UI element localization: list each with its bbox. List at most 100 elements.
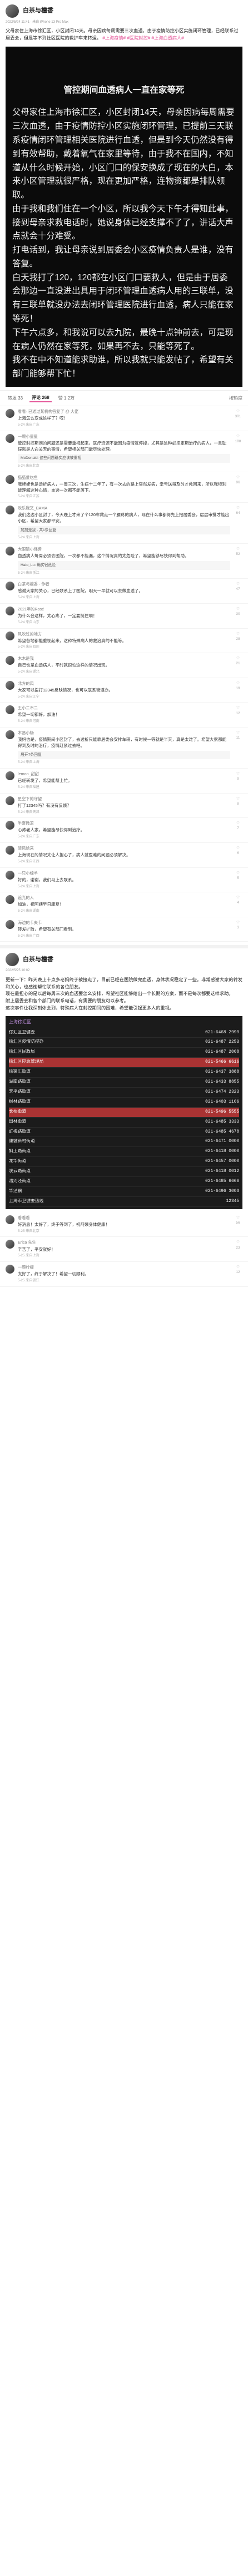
like-button[interactable]: ♡ 19 xyxy=(234,681,242,700)
comment-user[interactable]: 2021年的Rosé xyxy=(18,607,230,612)
comment-user[interactable]: 王小二不二 xyxy=(18,705,230,711)
like-button[interactable]: ♡ 30 xyxy=(234,607,242,625)
comment[interactable]: 木易小杨 我妈也是，疫情期间小区封了，去透析只能靠居委会安排车辆，有时候一等就是半… xyxy=(0,728,248,769)
avatar[interactable] xyxy=(6,821,14,830)
avatar[interactable] xyxy=(6,796,14,805)
comment-user[interactable]: 大眼睛小怪兽 xyxy=(18,547,230,552)
comment-user[interactable]: 木易小杨 xyxy=(18,730,230,736)
comment-user[interactable]: 一颗柠檬 xyxy=(18,1265,230,1270)
phone-row-number[interactable]: 021-6485 6666 xyxy=(205,1179,239,1185)
avatar[interactable] xyxy=(6,845,14,855)
comment-user[interactable]: 猫猫爱吃鱼 xyxy=(18,475,230,481)
comment-user[interactable]: Erica 先生 xyxy=(18,1240,230,1245)
avatar[interactable] xyxy=(6,433,14,443)
avatar[interactable] xyxy=(6,1215,14,1224)
post-author[interactable]: 白茶与檀香 xyxy=(23,956,53,964)
post-tags[interactable]: #上海疫情# #医院封控# #上海血透病人# xyxy=(102,36,184,41)
comment-user[interactable]: 追光的人 xyxy=(18,895,230,901)
like-button[interactable]: ♡ 56 xyxy=(234,1215,242,1234)
comment[interactable]: 看看看 好消息！太好了，终于等到了，祝阿姨身体健康！ 5-25 来自北京 ♡ 56 xyxy=(0,1213,248,1238)
comment[interactable]: 北方的风 大家可以拨打12345反映情况，也可以联系街道办。 5-24 来自辽宁 ♡ 1… xyxy=(0,678,248,703)
like-button[interactable]: ♡ 52 xyxy=(234,547,242,575)
like-button[interactable]: ♡ 3 xyxy=(234,920,242,939)
comment[interactable]: 半夏微凉 心疼老人家，希望能尽快得到治疗。 5-24 来自广东 ♡ 7 xyxy=(0,818,248,843)
comment[interactable]: 海边的卡夫卡 转发扩散，希望有关部门看到。 5-24 来自广西 ♡ 3 xyxy=(0,917,248,942)
like-button[interactable]: ♡ 4 xyxy=(234,895,242,914)
comment[interactable]: 一只小绵羊 好的，谢谢，我们马上去联系。 5-24 来自上海 ♡ 5 xyxy=(0,868,248,893)
phone-row-number[interactable]: 021-6487 2253 xyxy=(205,1039,239,1045)
avatar[interactable] xyxy=(6,547,14,556)
phone-row-number[interactable]: 021-6457 0000 xyxy=(205,1159,239,1165)
comment-user[interactable]: 半夏微凉 xyxy=(18,821,230,826)
reply-preview[interactable]: 加加是我 · 共1条回复 xyxy=(18,526,230,535)
comment[interactable]: Erica 先生 辛苦了，平安就好！ 5-25 来自上海 ♡ 23 xyxy=(0,1237,248,1262)
comment[interactable]: 看看· 已通过某机构答复了 @ 大佬 上海怎么变成这样了？哎！ 5-24 来自广东 ♡… xyxy=(0,406,248,431)
sort-toggle[interactable]: 按热度 xyxy=(229,395,242,401)
phone-row-number[interactable]: 021-6474 2323 xyxy=(205,1089,239,1095)
avatar[interactable] xyxy=(6,870,14,880)
phone-row-number[interactable]: 021-6433 8855 xyxy=(205,1079,239,1085)
avatar[interactable] xyxy=(6,1240,14,1249)
like-button[interactable]: ♡ 47 xyxy=(234,582,242,600)
post-author[interactable]: 白茶与檀香 xyxy=(23,7,53,15)
reply-preview[interactable]: 展开7条回复 xyxy=(18,750,230,760)
comment-user[interactable]: 北方的风 xyxy=(18,681,230,686)
comment-user[interactable]: 清风徐来 xyxy=(18,846,230,851)
like-button[interactable]: ♡ 7 xyxy=(234,821,242,840)
avatar[interactable] xyxy=(6,474,14,484)
comment[interactable]: 王小二不二 希望一切都好，加油！ 5-24 来自河南 ♡ 12 xyxy=(0,703,248,728)
phone-row-number[interactable]: 021-6437 3888 xyxy=(205,1069,239,1075)
avatar[interactable] xyxy=(6,506,14,515)
avatar[interactable] xyxy=(6,606,14,615)
avatar[interactable] xyxy=(6,730,14,740)
phone-row-number[interactable]: 021-5466 6616 xyxy=(205,1059,239,1065)
reply-preview[interactable]: Halo_Lu: 确实很危险 xyxy=(18,561,230,570)
phone-row-number[interactable]: 021-6487 2008 xyxy=(205,1049,239,1055)
comment[interactable]: 风吹过的地方 希望各地都能重视起来，这种特殊病人的救治真的不能等。 5-24 来自四… xyxy=(0,629,248,654)
like-button[interactable]: ♡ 301 xyxy=(234,409,242,428)
comment-user[interactable]: 白茶与檀香 · 作者 xyxy=(18,582,230,587)
comment-user[interactable]: 木木是我 xyxy=(18,656,230,661)
like-button[interactable]: ♡ 5 xyxy=(234,871,242,890)
comment-user[interactable]: 一只小绵羊 xyxy=(18,871,230,876)
like-button[interactable]: ♡ 12 xyxy=(234,705,242,724)
like-button[interactable]: ♡ 96 xyxy=(234,475,242,500)
avatar[interactable] xyxy=(6,953,19,967)
avatar[interactable] xyxy=(6,705,14,715)
comment[interactable]: 追光的人 加油，祝阿姨早日康复！ 5-24 来自湖南 ♡ 4 xyxy=(0,892,248,917)
comment[interactable]: 星空下的守望 打了12345吗？有没有反馈？ 5-24 来自天津 ♡ 8 xyxy=(0,794,248,819)
avatar[interactable] xyxy=(6,582,14,591)
comment-user[interactable]: lemon_甜甜 xyxy=(18,771,230,777)
phone-row-number[interactable]: 021-6403 1106 xyxy=(205,1099,239,1105)
tab-likes[interactable]: 赞 1.2万 xyxy=(56,395,77,402)
phone-row-number[interactable]: 021-6485 3333 xyxy=(205,1119,239,1125)
comment[interactable]: 猫猫爱吃鱼 我姥姥也是透析病人，一周三次，生病十二年了，有一次去的路上突然发病，幸… xyxy=(0,472,248,503)
like-button[interactable]: ♡ 64 xyxy=(234,506,242,541)
phone-row-number[interactable]: 021-5496 5555 xyxy=(205,1109,239,1115)
avatar[interactable] xyxy=(6,656,14,665)
comment-user[interactable]: 一颗小星星 xyxy=(18,434,230,440)
tab-comments[interactable]: 评论 268 xyxy=(29,394,52,402)
like-button[interactable]: ♡ 11 xyxy=(234,730,242,765)
comment[interactable]: 清风徐来 上海现在的情况太让人担心了，病人就医难的问题必须解决。 5-24 来自江西… xyxy=(0,843,248,868)
comment[interactable]: 大眼睛小怪兽 血透病人每周必须去医院，一次都不能漏，这个情况真的太危险了，希望能够… xyxy=(0,544,248,579)
comment-user[interactable]: 看看看 xyxy=(18,1215,230,1221)
like-button[interactable]: ♡ 12 xyxy=(234,1265,242,1284)
like-button[interactable]: ♡ 23 xyxy=(234,1240,242,1259)
comment-user[interactable]: 海边的卡夫卡 xyxy=(18,920,230,926)
comment-user[interactable]: 星空下的守望 xyxy=(18,796,230,802)
comment[interactable]: 木木是我 自己也是血透病人，平时就很怕这样的情况出现。 5-24 来自湖北 ♡ 21 xyxy=(0,653,248,678)
phone-row-number[interactable]: 021-6418 0012 xyxy=(205,1169,239,1175)
avatar[interactable] xyxy=(6,408,14,418)
avatar[interactable] xyxy=(6,631,14,640)
comment[interactable]: lemon_甜甜 已经转发了，希望能帮上忙。 5-24 来自福建 ♡ 9 xyxy=(0,769,248,794)
like-button[interactable]: ♡ 9 xyxy=(234,771,242,790)
phone-row-number[interactable]: 021-6471 0000 xyxy=(205,1139,239,1145)
phone-row-number[interactable]: 021-6468 2999 xyxy=(205,1030,239,1036)
phone-row-number[interactable]: 021-6485 4678 xyxy=(205,1129,239,1135)
like-button[interactable]: ♡ 188 xyxy=(234,434,242,469)
like-button[interactable]: ♡ 6 xyxy=(234,846,242,865)
comment-user[interactable]: 看看· 已通过某机构答复了 @ 大佬 xyxy=(18,409,230,415)
tab-repost[interactable]: 转发 33 xyxy=(6,395,25,402)
avatar[interactable] xyxy=(6,1265,14,1274)
